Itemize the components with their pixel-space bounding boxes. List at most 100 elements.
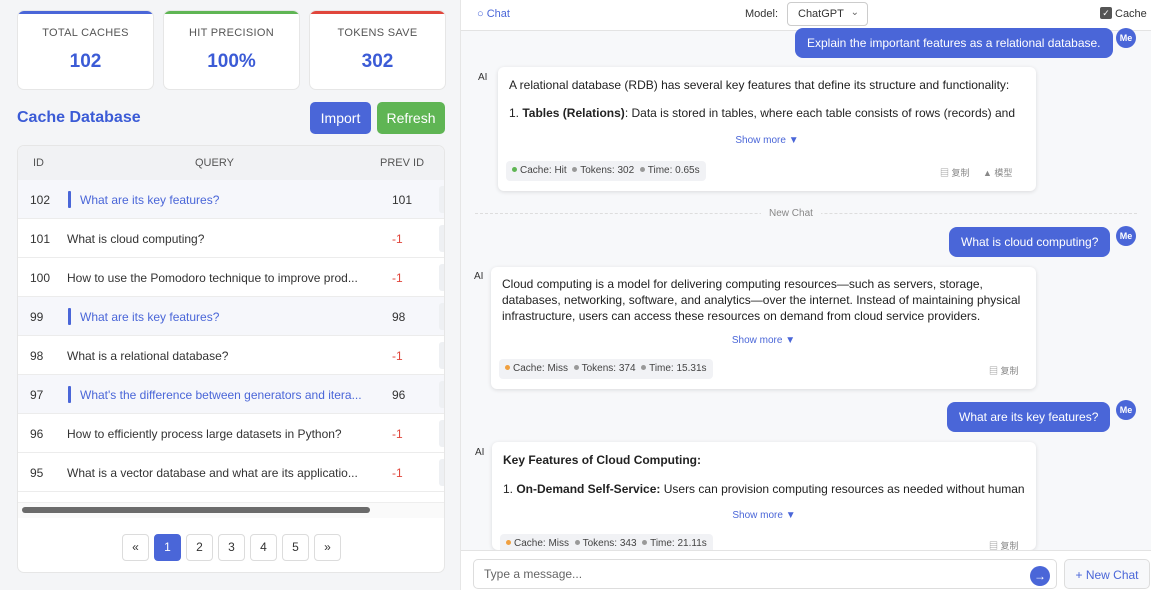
- ai-point-text: : Data is stored in tables, where each t…: [624, 106, 1015, 120]
- arrow-right-icon: →: [1034, 569, 1046, 583]
- ai-message: Cloud computing is a model for deliverin…: [491, 267, 1036, 389]
- column-header-id[interactable]: ID: [33, 157, 44, 169]
- show-more-button[interactable]: Show more ▼: [498, 135, 1036, 146]
- stat-label: TOKENS SAVE: [337, 27, 418, 39]
- table-row[interactable]: 96 How to efficiently process large datas…: [18, 414, 444, 453]
- token-count: Tokens: 302: [580, 165, 635, 176]
- stat-accent-bar: [310, 11, 445, 14]
- ai-message-heading: Key Features of Cloud Computing:: [503, 453, 701, 467]
- cache-database-title: Cache Database: [17, 109, 141, 126]
- table-row[interactable]: 99 What are its key features? 98: [18, 297, 444, 336]
- row-id: 98: [30, 349, 44, 363]
- ai-point-title: On-Demand Self-Service:: [516, 482, 661, 496]
- meta-dot: [642, 540, 648, 546]
- avatar: Me: [1116, 400, 1136, 420]
- row-prev-id: -1: [392, 271, 403, 285]
- response-time: Time: 0.65s: [647, 165, 700, 176]
- ai-message-body: A relational database (RDB) has several …: [498, 67, 1036, 131]
- cache-status: Cache: Miss: [513, 363, 569, 374]
- ai-message-body: Cloud computing is a model for deliverin…: [491, 267, 1036, 333]
- table-row[interactable]: 97 What's the difference between generato…: [18, 375, 444, 414]
- show-more-button[interactable]: Show more ▼: [492, 510, 1036, 521]
- chevron-down-icon: ⌄: [850, 7, 859, 18]
- row-id: 102: [30, 193, 51, 207]
- send-button[interactable]: →: [1030, 566, 1050, 586]
- row-action-stub[interactable]: [439, 459, 444, 486]
- row-action-stub[interactable]: [439, 381, 444, 408]
- table-row[interactable]: 102 What are its key features? 101: [18, 180, 444, 219]
- row-action-stub[interactable]: [439, 303, 444, 330]
- message-input[interactable]: [473, 559, 1057, 589]
- pagination-page-2[interactable]: 2: [186, 534, 213, 561]
- cache-status-dot: [505, 365, 510, 371]
- copy-button[interactable]: ▤ 复制: [940, 166, 970, 179]
- import-button[interactable]: Import: [310, 102, 371, 134]
- message-composer: → + New Chat: [461, 550, 1151, 590]
- row-action-stub[interactable]: [439, 264, 444, 291]
- token-count: Tokens: 374: [581, 363, 636, 374]
- copy-icon: ▤: [940, 168, 952, 178]
- new-chat-button[interactable]: + New Chat: [1064, 559, 1150, 589]
- linked-marker: [68, 191, 71, 208]
- model-select[interactable]: ChatGPT ⌄: [787, 2, 868, 26]
- row-prev-id: -1: [392, 349, 403, 363]
- pagination-page-1[interactable]: 1: [154, 534, 181, 561]
- tab-chat[interactable]: ○ Chat: [477, 8, 510, 20]
- copy-button[interactable]: ▤ 复制: [989, 364, 1019, 377]
- row-query: How to efficiently process large dataset…: [67, 427, 342, 441]
- column-header-query[interactable]: QUERY: [195, 157, 234, 169]
- pagination-next[interactable]: »: [314, 534, 341, 561]
- table-row[interactable]: 101 What is cloud computing? -1: [18, 219, 444, 258]
- row-action-stub[interactable]: [439, 420, 444, 447]
- stat-value: 102: [69, 51, 102, 72]
- copy-icon: ▤: [989, 541, 1001, 550]
- copy-label: 复制: [1000, 541, 1019, 550]
- ai-label: AI: [475, 447, 485, 458]
- meta-dot: [641, 365, 647, 371]
- row-query: What are its key features?: [80, 310, 220, 324]
- row-query: What is cloud computing?: [67, 232, 205, 246]
- table-row[interactable]: 100 How to use the Pomodoro technique to …: [18, 258, 444, 297]
- refresh-button[interactable]: Refresh: [377, 102, 445, 134]
- pagination-page-3[interactable]: 3: [218, 534, 245, 561]
- linked-marker: [68, 386, 71, 403]
- checkmark-icon: ✓: [1102, 8, 1110, 18]
- user-message: What is cloud computing?: [949, 227, 1111, 257]
- meta-dot: [574, 540, 580, 546]
- user-message: Explain the important features as a rela…: [795, 28, 1113, 58]
- user-message: What are its key features?: [947, 402, 1111, 432]
- cache-table: ID QUERY PREV ID 102 What are its key fea…: [17, 145, 445, 573]
- ai-message: A relational database (RDB) has several …: [498, 67, 1036, 191]
- table-row[interactable]: 95 What is a vector database and what are…: [18, 453, 444, 492]
- column-header-prev-id[interactable]: PREV ID: [380, 157, 424, 169]
- cache-status: Cache: Miss: [514, 538, 570, 549]
- row-id: 101: [30, 232, 51, 246]
- cache-status: Cache: Hit: [520, 165, 567, 176]
- row-query: What's the difference between generators…: [80, 388, 362, 402]
- row-id: 97: [30, 388, 44, 402]
- stat-accent-bar: [18, 11, 153, 14]
- model-select-value: ChatGPT: [798, 8, 844, 20]
- row-prev-id: -1: [392, 466, 403, 480]
- row-action-stub[interactable]: [439, 186, 444, 213]
- ai-message-text: Cloud computing is a model for deliverin…: [502, 277, 1021, 323]
- chat-bubble-icon: ○: [477, 8, 487, 20]
- show-more-button[interactable]: Show more ▼: [491, 335, 1036, 346]
- pagination-page-5[interactable]: 5: [282, 534, 309, 561]
- horizontal-scrollbar-thumb[interactable]: [22, 507, 370, 513]
- stat-value: 302: [361, 51, 394, 72]
- row-action-stub[interactable]: [439, 342, 444, 369]
- cache-checkbox[interactable]: ✓: [1100, 7, 1112, 19]
- stat-value: 100%: [207, 51, 256, 72]
- row-action-stub[interactable]: [439, 225, 444, 252]
- table-row[interactable]: 98 What is a relational database? -1: [18, 336, 444, 375]
- row-prev-id: 96: [392, 388, 406, 402]
- pagination-page-4[interactable]: 4: [250, 534, 277, 561]
- response-time: Time: 21.11s: [650, 538, 707, 549]
- copy-icon: ▤: [989, 366, 1001, 376]
- cache-panel: TOTAL CACHES 102 HIT PRECISION 100% TOKE…: [0, 0, 460, 590]
- copy-button[interactable]: ▤ 复制: [989, 539, 1019, 550]
- model-button[interactable]: ▲ 模型: [983, 166, 1012, 179]
- row-query: How to use the Pomodoro technique to imp…: [67, 271, 358, 285]
- pagination-prev[interactable]: «: [122, 534, 149, 561]
